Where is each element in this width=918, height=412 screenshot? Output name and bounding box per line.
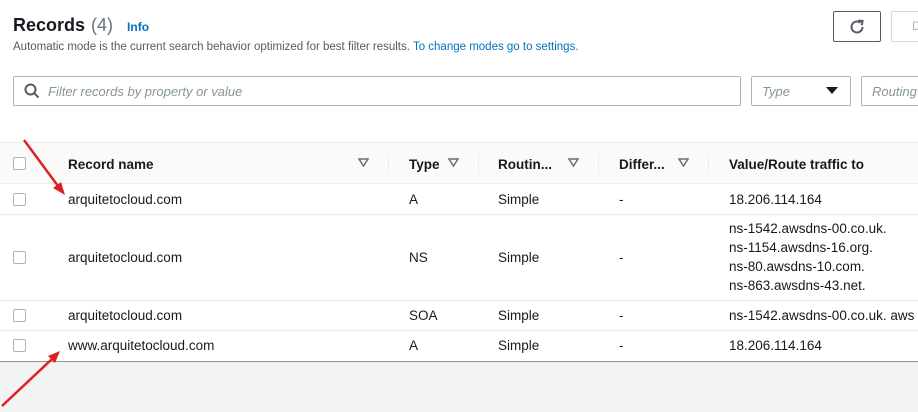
record-value-cell: ns-1542.awsdns-00.co.uk. aws — [729, 308, 915, 323]
page-title: Records — [13, 15, 86, 35]
row-checkbox[interactable] — [13, 309, 26, 322]
row-checkbox[interactable] — [13, 193, 26, 206]
differentiator-cell: - — [619, 192, 624, 207]
row-checkbox[interactable] — [13, 251, 26, 264]
table-row[interactable]: arquitetocloud.com SOA Simple - ns-1542.… — [0, 301, 918, 331]
refresh-button[interactable] — [833, 11, 881, 42]
type-filter-select[interactable]: Type — [751, 76, 851, 106]
record-value-line: ns-1542.awsdns-00.co.uk. — [729, 221, 887, 236]
table-row[interactable]: www.arquitetocloud.com A Simple - 18.206… — [0, 331, 918, 361]
table-header: Record name Type Routin... Differ... Val… — [0, 142, 918, 184]
record-name-cell: arquitetocloud.com — [68, 308, 183, 323]
record-value-line: ns-863.awsdns-43.net. — [729, 278, 866, 293]
search-placeholder: Filter records by property or value — [48, 83, 243, 99]
sort-triangle-icon[interactable] — [678, 158, 689, 168]
record-value-line: ns-1154.awsdns-16.org. — [729, 240, 873, 255]
records-count: (4) — [91, 15, 114, 35]
search-icon — [24, 83, 40, 99]
record-name-cell: arquitetocloud.com — [68, 250, 183, 265]
routing-policy-cell: Simple — [498, 338, 540, 353]
records-title-row: Records (4) Info — [13, 15, 149, 36]
record-type-cell: SOA — [409, 308, 438, 323]
column-header-routing[interactable]: Routin... — [498, 143, 552, 185]
routing-filter-select[interactable]: Routing — [861, 76, 918, 106]
column-header-value[interactable]: Value/Route traffic to — [729, 143, 864, 185]
search-mode-description: Automatic mode is the current search beh… — [13, 41, 579, 53]
record-type-cell: A — [409, 338, 419, 353]
column-header-type[interactable]: Type — [409, 143, 440, 185]
select-all-checkbox[interactable] — [13, 157, 26, 170]
column-divider[interactable] — [478, 154, 479, 174]
routing-policy-cell: Simple — [498, 250, 540, 265]
description-text: Automatic mode is the current search beh… — [13, 41, 410, 53]
delete-button[interactable]: D — [891, 11, 918, 42]
routing-select-placeholder: Routing — [872, 83, 917, 99]
column-header-record-name[interactable]: Record name — [68, 143, 154, 185]
search-input[interactable]: Filter records by property or value — [13, 76, 741, 106]
caret-down-icon — [826, 87, 838, 94]
column-header-differ[interactable]: Differ... — [619, 143, 665, 185]
page-background — [0, 362, 918, 412]
differentiator-cell: - — [619, 308, 624, 323]
table-row[interactable]: arquitetocloud.com NS Simple - ns-1542.a… — [0, 215, 918, 301]
record-type-cell: NS — [409, 250, 428, 265]
records-panel: Records (4) Info Automatic mode is the c… — [0, 0, 918, 362]
record-name-cell: arquitetocloud.com — [68, 192, 183, 207]
record-value-cell: 18.206.114.164 — [729, 192, 822, 207]
column-divider[interactable] — [388, 154, 389, 174]
column-divider[interactable] — [598, 154, 599, 174]
sort-triangle-icon[interactable] — [568, 158, 579, 168]
record-value-cell: 18.206.114.164 — [729, 338, 822, 353]
row-checkbox[interactable] — [13, 339, 26, 352]
column-divider[interactable] — [708, 154, 709, 174]
routing-policy-cell: Simple — [498, 192, 540, 207]
routing-policy-cell: Simple — [498, 308, 540, 323]
record-type-cell: A — [409, 192, 419, 207]
sort-triangle-icon[interactable] — [448, 158, 459, 168]
differentiator-cell: - — [619, 338, 624, 353]
type-select-placeholder: Type — [762, 83, 790, 99]
settings-link[interactable]: To change modes go to settings. — [413, 41, 579, 53]
info-link[interactable]: Info — [127, 20, 149, 34]
differentiator-cell: - — [619, 250, 624, 265]
table-row[interactable]: arquitetocloud.com A Simple - 18.206.114… — [0, 184, 918, 215]
record-value-line: ns-80.awsdns-10.com. — [729, 259, 865, 274]
record-name-cell: www.arquitetocloud.com — [68, 338, 215, 353]
refresh-icon — [850, 19, 864, 33]
sort-triangle-icon[interactable] — [358, 158, 369, 168]
